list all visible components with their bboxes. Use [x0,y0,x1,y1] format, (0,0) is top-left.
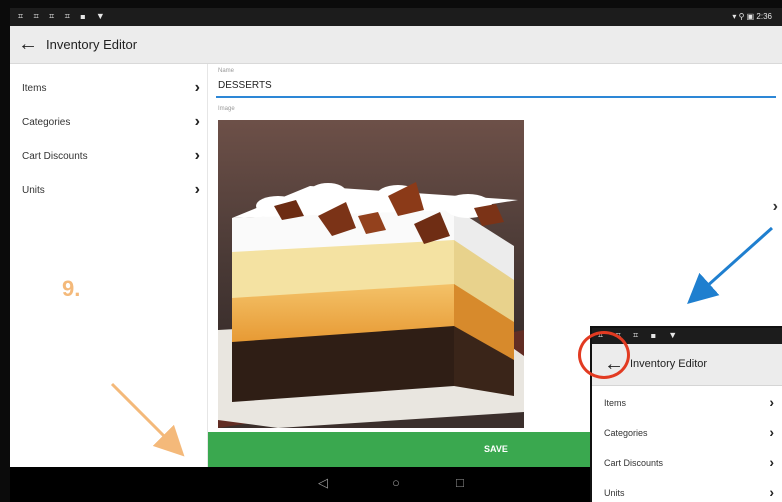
chevron-right-icon: › [769,394,774,410]
name-field[interactable]: DESSERTS [218,80,272,91]
name-field-caption: Name [218,68,235,74]
chevron-right-icon: › [194,79,200,96]
zoom-item-units[interactable]: Units › [592,480,782,502]
back-arrow-icon[interactable]: ← [18,33,38,55]
category-image[interactable] [218,120,524,428]
image-field-caption: Image [218,106,235,112]
app-bar: ← Inventory Editor [10,26,782,64]
zoom-item-categories[interactable]: Categories › [592,420,782,450]
zoom-item-items[interactable]: Items › [592,390,782,420]
zoom-item-label: Items [604,398,627,408]
nav-recent-icon[interactable]: □ [456,475,464,490]
zoom-item-label: Units [604,488,625,498]
system-status-icons: ▾ ⚲ ▣ 2:36 [732,12,772,21]
notification-icons: ⌗ ⌗ ⌗ ⌗ ◼ ▼ [18,11,109,21]
save-button-label: SAVE [484,444,508,454]
sidebar-item-label: Cart Discounts [22,151,88,162]
sidebar: Items › Categories › Cart Discounts › Un… [10,64,208,467]
sidebar-item-label: Items [22,83,47,94]
chevron-right-icon: › [769,454,774,470]
nav-back-icon[interactable]: ◁ [318,475,328,491]
status-bar: ⌗ ⌗ ⌗ ⌗ ◼ ▼ ▾ ⚲ ▣ 2:36 [10,8,782,26]
chevron-right-icon: › [194,147,200,164]
sidebar-item-label: Categories [22,117,71,128]
chevron-right-icon: › [194,181,200,198]
sidebar-item-label: Units [22,185,45,196]
sidebar-item-units[interactable]: Units › [10,176,208,210]
sidebar-item-categories[interactable]: Categories › [10,108,208,142]
name-field-underline [216,96,776,98]
highlight-circle [578,331,630,379]
sidebar-item-items[interactable]: Items › [10,74,208,108]
chevron-right-icon: › [769,424,774,440]
step-number-label: 9. [62,276,81,301]
sidebar-item-cart-discounts[interactable]: Cart Discounts › [10,142,208,176]
chevron-right-icon: › [769,484,774,500]
zoom-item-label: Cart Discounts [604,458,664,468]
page-title: Inventory Editor [46,37,138,52]
zoom-item-label: Categories [604,428,648,438]
zoom-page-title: Inventory Editor [630,358,708,370]
nav-home-icon[interactable]: ○ [392,475,400,490]
chevron-right-icon: › [194,113,200,130]
dessert-cake-image [218,120,524,428]
chevron-right-icon[interactable]: › [773,198,778,216]
zoom-item-cart-discounts[interactable]: Cart Discounts › [592,450,782,480]
